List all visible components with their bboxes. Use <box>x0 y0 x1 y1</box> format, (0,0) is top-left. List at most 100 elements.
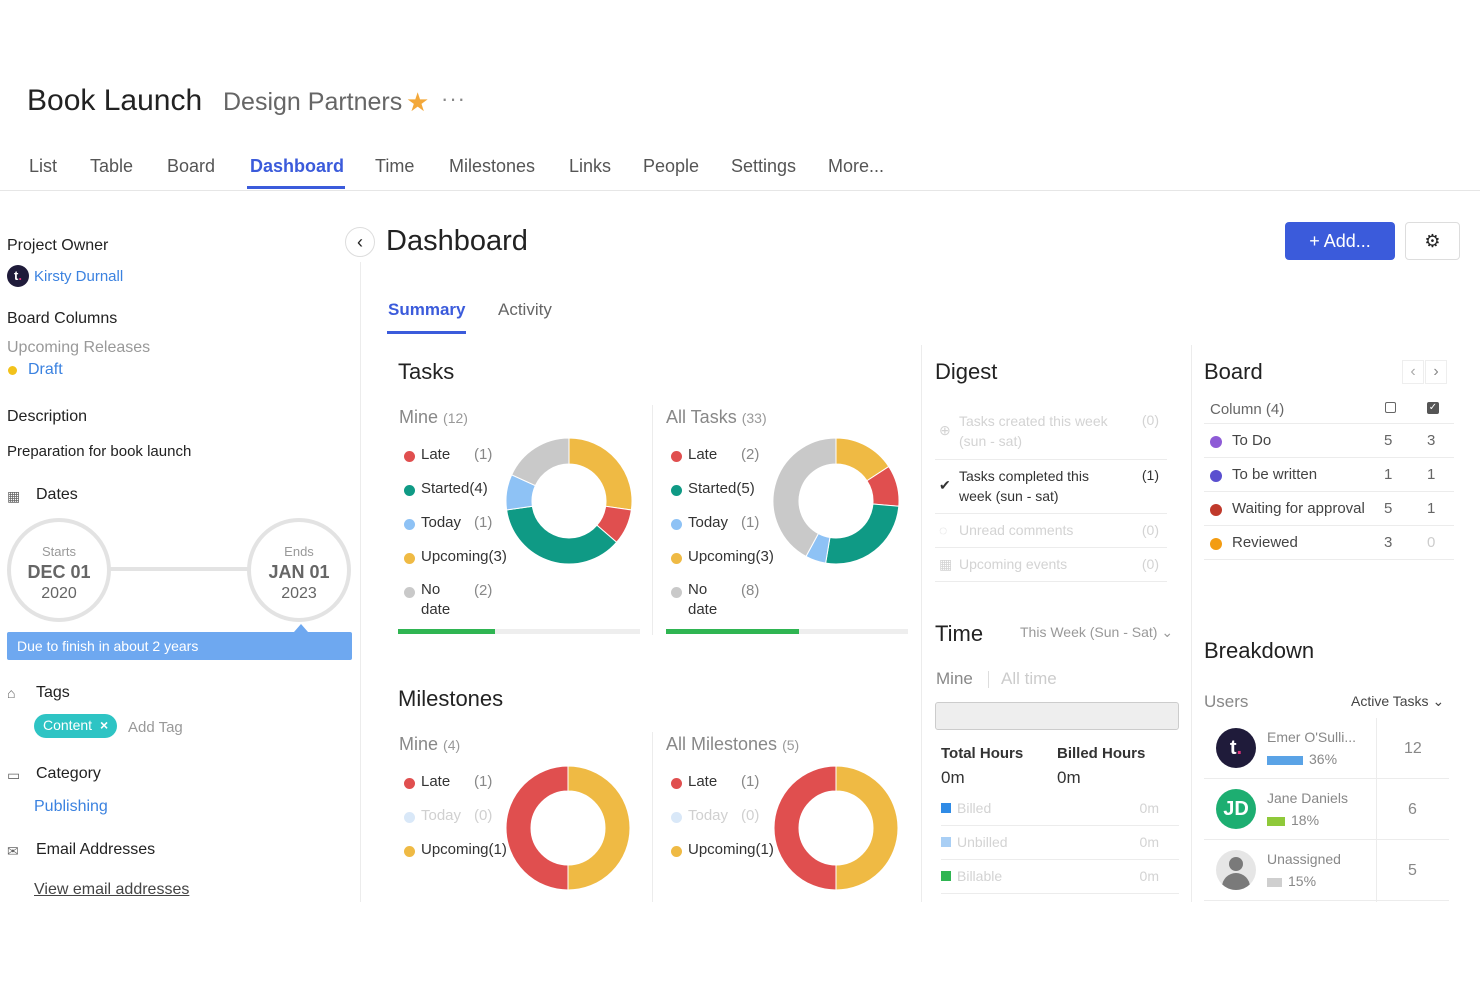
breakdown-metric-dropdown[interactable]: Active Tasks ⌄ <box>1351 693 1444 710</box>
board-next-button[interactable]: › <box>1425 360 1447 384</box>
start-date: DEC 01 <box>27 562 91 582</box>
dates-label: Dates <box>36 486 78 503</box>
tab-dashboard[interactable]: Dashboard <box>250 156 344 177</box>
tab-list[interactable]: List <box>29 156 57 177</box>
user-share-label: 15% <box>1288 873 1317 889</box>
time-row-label: Billable <box>957 868 1003 884</box>
board-column-draft[interactable]: Draft <box>28 361 63 379</box>
time-bar <box>935 702 1179 730</box>
owner-name-link[interactable]: Kirsty Durnall <box>34 268 123 285</box>
board-column-row[interactable]: To Do 5 3 <box>1204 424 1454 458</box>
tag-icon: ⌂ <box>7 685 16 701</box>
legend-dot <box>671 812 682 823</box>
add-button[interactable]: + Add... <box>1285 222 1395 260</box>
tab-people[interactable]: People <box>643 156 699 177</box>
tasks-mine-donut[interactable] <box>504 436 634 566</box>
donut-slice-upcoming[interactable] <box>567 765 631 891</box>
end-date: JAN 01 <box>268 562 330 582</box>
time-row-unbilled: Unbilled 0m <box>941 826 1179 860</box>
legend-label: Late <box>421 773 451 790</box>
donut-slice-late[interactable] <box>505 765 569 891</box>
tasks-all-progress-track <box>666 629 908 634</box>
view-email-link[interactable]: View email addresses <box>34 881 189 899</box>
donut-slice-late[interactable] <box>773 765 837 891</box>
donut-slice-upcoming[interactable] <box>835 765 899 891</box>
milestones-all-count: (5) <box>782 737 800 753</box>
tab-settings[interactable]: Settings <box>731 156 796 177</box>
time-row-billed: Billed 0m <box>941 792 1179 826</box>
column-count-open: 1 <box>1384 466 1393 483</box>
board-column-row[interactable]: Reviewed 3 0 <box>1204 526 1454 560</box>
user-name: Unassigned <box>1267 851 1341 867</box>
time-range-dropdown[interactable]: This Week (Sun - Sat) ⌄ <box>1020 624 1173 641</box>
tasks-all-title[interactable]: All Tasks (33) <box>666 407 767 428</box>
milestones-all-donut[interactable] <box>772 764 900 892</box>
end-date-circle[interactable]: Ends JAN 01 2023 <box>247 518 351 622</box>
time-mine-tab[interactable]: Mine <box>936 669 973 689</box>
collapse-sidebar-button[interactable]: ‹ <box>345 227 375 257</box>
legend-label: No date <box>421 581 451 618</box>
legend-count: (1) <box>474 514 493 531</box>
milestones-mine-title[interactable]: Mine (4) <box>399 734 460 755</box>
remove-tag-icon[interactable]: × <box>100 717 108 733</box>
tab-board[interactable]: Board <box>167 156 215 177</box>
user-row-jane[interactable]: JD Jane Daniels 18% 6 <box>1204 779 1449 840</box>
donut-slice-started[interactable] <box>506 505 618 565</box>
star-icon[interactable]: ★ <box>406 86 429 118</box>
tasks-mine-title[interactable]: Mine (12) <box>399 407 468 428</box>
donut-slice-upcoming[interactable] <box>568 437 633 511</box>
board-header-row: Column (4) ✓ <box>1204 396 1454 424</box>
category-label: Category <box>36 765 101 782</box>
workspace-name[interactable]: Design Partners <box>223 88 402 117</box>
time-row-label: Unbilled <box>957 834 1008 850</box>
board-column-row[interactable]: Waiting for approval 5 1 <box>1204 492 1454 526</box>
add-tag-input[interactable]: Add Tag <box>128 719 183 736</box>
column-color-dot <box>1210 436 1222 448</box>
digest-row-created[interactable]: ⊕ Tasks created this week (sun - sat) (0… <box>935 406 1167 460</box>
ellipsis-icon[interactable]: ··· <box>441 86 466 112</box>
tab-more[interactable]: More... <box>828 156 884 177</box>
billed-hours-label: Billed Hours <box>1057 745 1146 762</box>
milestones-all-title[interactable]: All Milestones (5) <box>666 734 799 755</box>
settings-button[interactable]: ⚙ <box>1405 222 1460 260</box>
start-date-circle[interactable]: Starts DEC 01 2020 <box>7 518 111 622</box>
board-column-row[interactable]: To be written 1 1 <box>1204 458 1454 492</box>
category-value[interactable]: Publishing <box>34 798 108 816</box>
user-row-emer[interactable]: t. Emer O'Sulli... 36% 12 <box>1204 718 1449 779</box>
digest-row-events[interactable]: ▦ Upcoming events (0) <box>935 548 1167 582</box>
billed-hours-value: 0m <box>1057 768 1081 787</box>
donut-slice-started[interactable] <box>825 503 900 565</box>
digest-row-label: Tasks created this week (sun - sat) <box>959 413 1108 449</box>
donut-slice-nodate[interactable] <box>511 437 570 487</box>
tab-time[interactable]: Time <box>375 156 414 177</box>
total-hours-label: Total Hours <box>941 745 1024 762</box>
legend-dot <box>671 485 682 496</box>
user-row-unassigned[interactable]: Unassigned 15% 5 <box>1204 840 1449 901</box>
tab-links[interactable]: Links <box>569 156 611 177</box>
board-prev-button[interactable]: ‹ <box>1402 360 1424 384</box>
time-title: Time <box>935 621 984 646</box>
digest-title: Digest <box>935 359 998 384</box>
tab-table[interactable]: Table <box>90 156 133 177</box>
calendar-icon: ▦ <box>7 488 21 504</box>
digest-row-completed[interactable]: ✔ Tasks completed this week (sun - sat) … <box>935 462 1167 514</box>
subtab-summary[interactable]: Summary <box>388 300 465 320</box>
milestones-mine-donut[interactable] <box>504 764 632 892</box>
column-color-dot <box>1210 538 1222 550</box>
tasks-all-donut[interactable] <box>771 436 901 566</box>
tag-chip-content[interactable]: Content × <box>34 714 118 738</box>
user-share: 18% <box>1267 812 1319 828</box>
comment-icon: ◌ <box>939 522 948 538</box>
digest-row-comments[interactable]: ◌ Unread comments (0) <box>935 514 1167 548</box>
chevron-down-icon: ⌄ <box>1432 693 1445 709</box>
description-text[interactable]: Preparation for book launch <box>7 443 191 460</box>
legend-label: Late <box>688 773 718 790</box>
subtab-activity[interactable]: Activity <box>498 300 552 320</box>
legend-label: Today <box>688 514 729 531</box>
digest-row-count: (0) <box>1141 522 1159 538</box>
time-alltime-tab[interactable]: All time <box>1001 669 1057 689</box>
tab-milestones[interactable]: Milestones <box>449 156 535 177</box>
user-share-bar <box>1267 877 1282 887</box>
digest-row-label: Tasks completed this week (sun - sat) <box>959 468 1089 504</box>
legend-label: Today <box>421 807 462 824</box>
